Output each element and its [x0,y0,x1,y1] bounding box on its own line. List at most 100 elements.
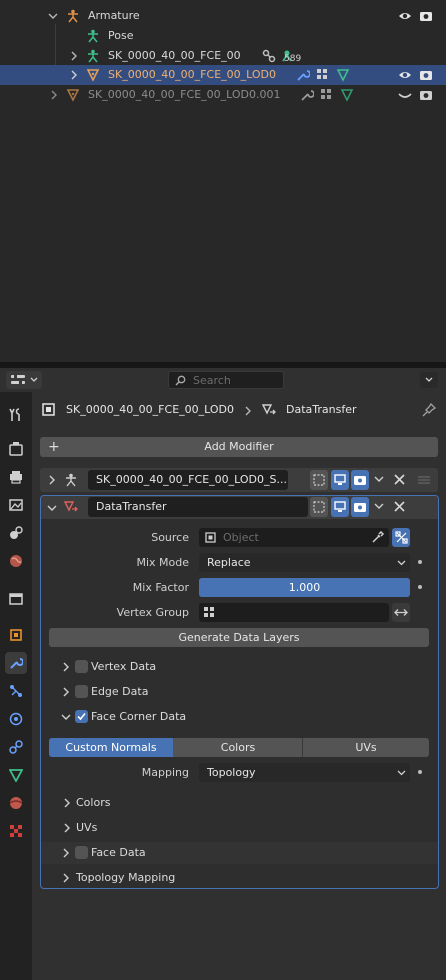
mix-mode-select[interactable]: Replace [199,553,410,572]
render-toggle[interactable] [351,470,369,490]
options-dropdown[interactable] [420,372,438,388]
tab-material[interactable] [5,792,27,814]
outliner-row-lod0-001[interactable]: SK_0000_40_00_FCE_00_LOD0.001 [0,85,446,105]
tab-data[interactable] [5,764,27,786]
datatransfer-icon [64,501,78,512]
tab-tool[interactable] [5,404,27,426]
chevron-right-icon[interactable] [62,823,72,833]
drag-handle-icon[interactable] [418,476,430,484]
chevron-right-icon[interactable] [62,798,72,808]
invert-vertex-group-toggle[interactable] [392,603,410,622]
chevron-right-icon[interactable] [61,687,71,697]
mesh-data-icon[interactable] [340,88,354,102]
editmode-toggle[interactable] [310,470,328,490]
search-input[interactable]: Search [168,371,284,389]
tab-collection[interactable] [5,588,27,610]
edge-data-checkbox[interactable] [75,685,88,698]
viewport-toggle[interactable] [331,497,349,517]
close-icon[interactable] [394,501,405,512]
subpanel-face-data[interactable]: Face Data [41,842,438,864]
add-modifier-button[interactable]: + Add Modifier [40,437,438,457]
wrench-icon[interactable] [300,88,314,102]
modifier-name-field[interactable]: SK_0000_40_00_FCE_00_LOD0_S... [88,470,288,490]
subpanel-colors[interactable]: Colors [49,792,429,814]
properties-editor-icon [11,374,25,385]
face-data-checkbox[interactable] [75,846,88,859]
modifier-header-datatransfer[interactable]: DataTransfer [41,496,438,519]
tab-object[interactable] [5,624,27,646]
camera-icon[interactable] [419,68,433,82]
keyframe-dot[interactable] [418,770,422,774]
tab-colors[interactable]: Colors [174,738,302,757]
chevron-right-icon[interactable] [61,662,71,672]
source-object-field[interactable]: Object [199,528,389,547]
object-transform-toggle[interactable] [392,528,410,547]
pin-icon[interactable] [422,403,436,417]
tab-output[interactable] [5,466,27,488]
mapping-select[interactable]: Topology [199,763,410,782]
tab-texture[interactable] [5,820,27,842]
chevron-right-icon[interactable] [49,90,59,100]
tab-view-layer[interactable] [5,494,27,516]
chevron-down-icon[interactable] [374,503,384,511]
subpanel-topology-mapping[interactable]: Topology Mapping [41,867,438,888]
mix-factor-slider[interactable]: 1.000 [199,578,410,597]
outliner-row-sk-fce-00[interactable]: SK_0000_40_00_FCE_00 589 [0,46,446,66]
mix-mode-value: Replace [207,556,251,569]
chevron-down-icon[interactable] [374,476,384,484]
outliner-panel: Armature Pose SK_0000_40_00_FCE_00 589 S… [0,0,446,362]
vertex-groups-icon[interactable] [320,88,334,102]
scene-icon [10,526,23,539]
eyedropper-icon[interactable] [371,531,384,544]
subpanel-vertex-data[interactable]: Vertex Data [41,656,438,678]
tab-particles[interactable] [5,680,27,702]
tab-custom-normals[interactable]: Custom Normals [49,738,173,757]
chevron-right-icon[interactable] [47,475,57,485]
tab-physics[interactable] [5,708,27,730]
eye-icon[interactable] [398,9,412,23]
outliner-row-pose[interactable]: Pose [0,26,446,46]
mesh-data-icon[interactable] [336,68,350,82]
subpanel-label: Face Corner Data [91,710,187,723]
outliner-row-lod0[interactable]: SK_0000_40_00_FCE_00_LOD0 [0,65,446,85]
chevron-down-icon[interactable] [61,712,71,722]
editor-type-button[interactable] [6,371,42,389]
tab-constraints[interactable] [5,736,27,758]
vertex-groups-icon[interactable] [316,68,330,82]
wrench-icon[interactable] [296,68,310,82]
tab-scene[interactable] [5,522,27,544]
modifier-header-armature[interactable]: SK_0000_40_00_FCE_00_LOD0_S... [40,468,438,492]
tab-modifiers[interactable] [5,652,27,674]
modifier-name-field[interactable]: DataTransfer [88,497,308,517]
monitor-icon [334,474,346,485]
chevron-right-icon[interactable] [69,70,79,80]
tab-world[interactable] [5,550,27,572]
viewport-toggle[interactable] [331,470,349,490]
tab-render[interactable] [5,438,27,460]
outliner-row-armature[interactable]: Armature [0,6,446,26]
subpanel-edge-data[interactable]: Edge Data [41,681,438,703]
generate-data-layers-button[interactable]: Generate Data Layers [49,628,429,647]
tab-uvs[interactable]: UVs [303,738,429,757]
subpanel-face-corner-data[interactable]: Face Corner Data [41,706,438,728]
chevron-down-icon[interactable] [48,11,58,21]
mapping-value: Topology [207,766,256,779]
camera-icon[interactable] [419,88,433,102]
close-icon[interactable] [394,474,405,485]
eye-icon[interactable] [398,68,412,82]
face-corner-data-checkbox[interactable] [75,710,88,723]
chevron-right-icon[interactable] [61,873,71,883]
chevron-right-icon[interactable] [69,51,79,61]
chevron-down-icon[interactable] [47,503,57,513]
chevron-right-icon[interactable] [61,848,71,858]
subpanel-uvs[interactable]: UVs [49,817,429,839]
vertex-data-checkbox[interactable] [75,660,88,673]
eye-closed-icon[interactable] [398,88,412,102]
render-toggle[interactable] [351,497,369,517]
keyframe-dot[interactable] [418,585,422,589]
keyframe-dot[interactable] [418,560,422,564]
editmode-toggle[interactable] [310,497,328,517]
camera-icon[interactable] [419,9,433,23]
editmode-icon [313,501,325,513]
vertex-group-field[interactable] [199,603,389,622]
